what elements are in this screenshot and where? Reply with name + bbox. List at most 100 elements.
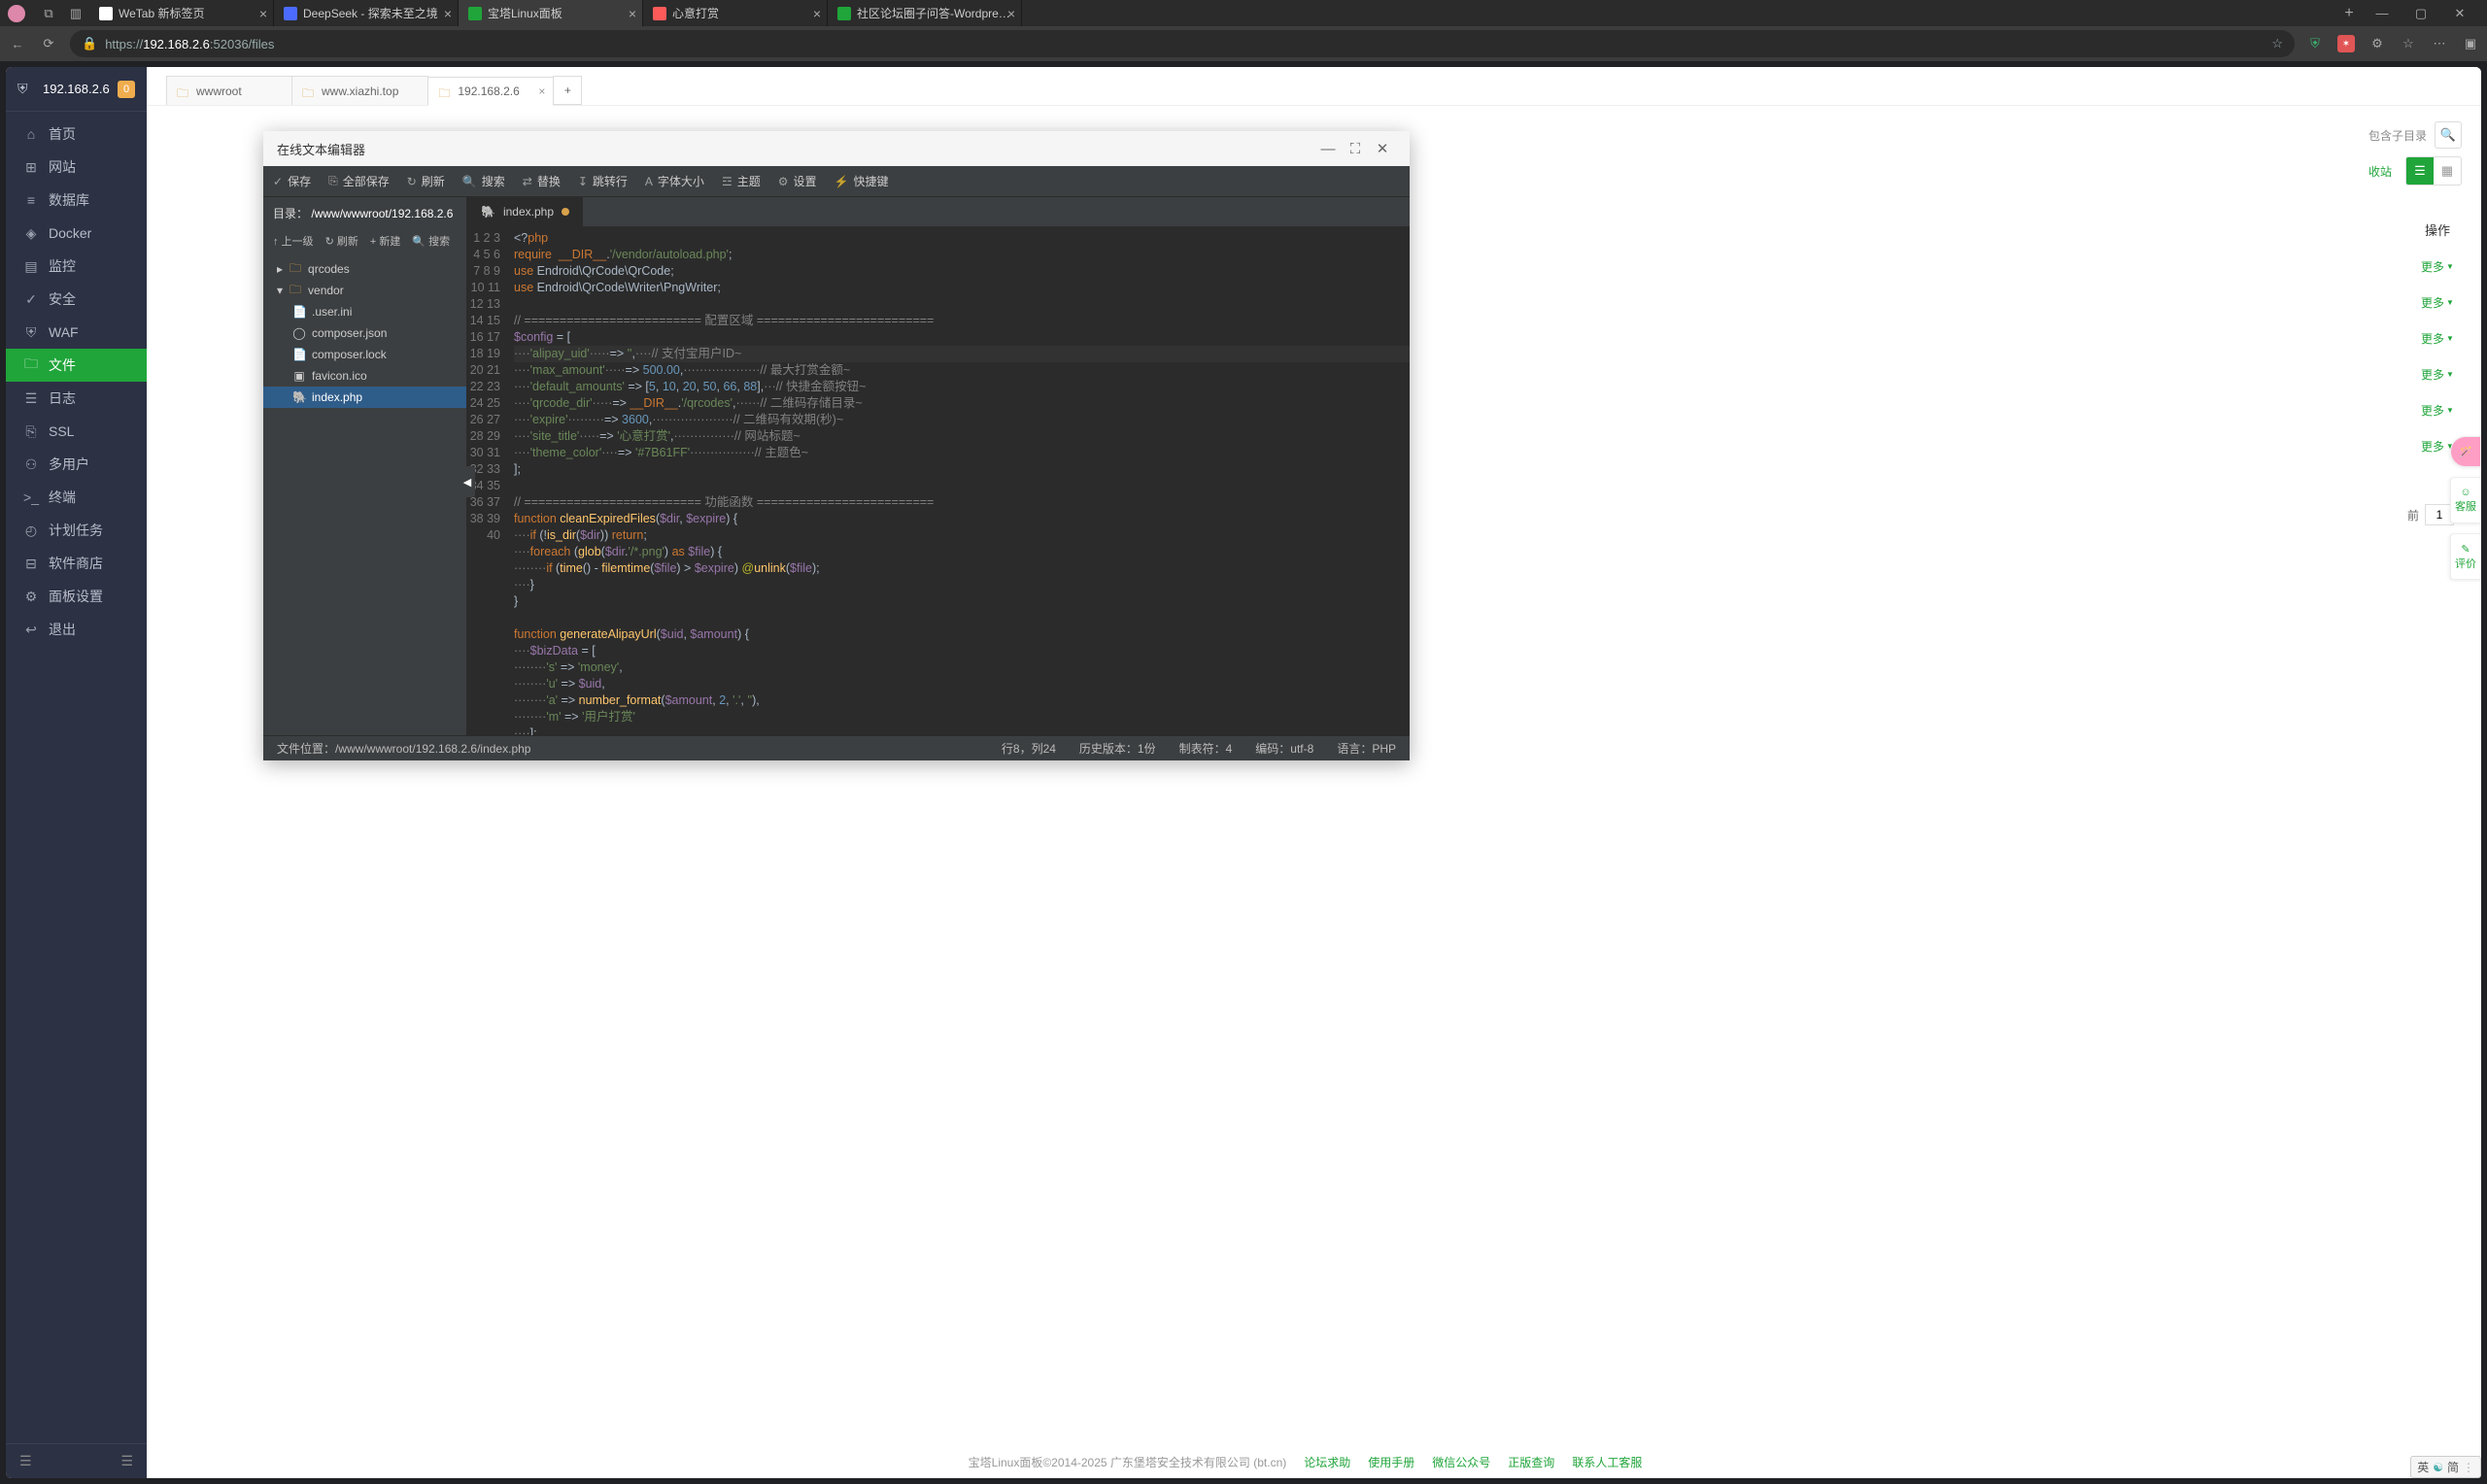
shield-ext-icon[interactable]: ⛨ xyxy=(2306,35,2324,52)
ops-row[interactable]: 更多▼ xyxy=(2403,320,2471,356)
tree-item[interactable]: 📄.user.ini xyxy=(263,301,466,322)
tree-item[interactable]: 🐘index.php xyxy=(263,387,466,408)
nav-item[interactable]: ✓安全 xyxy=(6,283,147,316)
workspaces-icon[interactable]: ⧉ xyxy=(41,6,56,21)
nav-item[interactable]: >_终端 xyxy=(6,481,147,514)
toolbar-button[interactable]: ⚙设置 xyxy=(778,173,817,189)
fp-new[interactable]: + 新建 xyxy=(370,233,400,249)
browser-tab[interactable]: 心意打赏× xyxy=(643,0,828,26)
ops-row[interactable]: 更多▼ xyxy=(2403,356,2471,392)
toolbar-button[interactable]: ⇄替换 xyxy=(523,173,561,189)
browser-tab[interactable]: DeepSeek - 探索未至之境× xyxy=(274,0,459,26)
nav-item[interactable]: ⊟软件商店 xyxy=(6,547,147,580)
editor-close-button[interactable]: ✕ xyxy=(1369,140,1396,157)
editor-titlebar[interactable]: 在线文本编辑器 — ⛶ ✕ xyxy=(263,131,1410,166)
nav-item[interactable]: ⊞网站 xyxy=(6,151,147,184)
minimize-button[interactable]: — xyxy=(2363,0,2402,26)
fp-search[interactable]: 🔍 搜索 xyxy=(412,233,450,249)
puzzle-icon[interactable]: ⚙ xyxy=(2368,35,2386,52)
nav-item[interactable]: ⚇多用户 xyxy=(6,448,147,481)
nav-item[interactable]: ↩退出 xyxy=(6,613,147,646)
tree-item[interactable]: ▾🗀vendor xyxy=(263,280,466,301)
toolbar-button[interactable]: ⎘全部保存 xyxy=(328,173,390,189)
new-tab-button[interactable]: + xyxy=(2335,5,2363,22)
nav-item[interactable]: ⌂首页 xyxy=(6,118,147,151)
sidebar-icon[interactable]: ▥ xyxy=(68,6,84,21)
browser-tab[interactable]: 社区论坛圈子问答-Wordpress主题× xyxy=(828,0,1022,26)
collapse-right-icon[interactable]: ☰ xyxy=(120,1453,133,1469)
nav-item[interactable]: ≡数据库 xyxy=(6,184,147,217)
status-tab[interactable]: 制表符：4 xyxy=(1179,740,1233,757)
tree-item[interactable]: 📄composer.lock xyxy=(263,344,466,365)
close-icon[interactable]: × xyxy=(1007,6,1015,21)
toolbar-button[interactable]: ⚡快捷键 xyxy=(835,173,889,189)
file-tab[interactable]: 🗀192.168.2.6× xyxy=(427,77,554,106)
close-button[interactable]: ✕ xyxy=(2440,0,2479,26)
toolbar-button[interactable]: ↻刷新 xyxy=(407,173,445,189)
footer-link[interactable]: 微信公众号 xyxy=(1432,1456,1490,1469)
close-icon[interactable]: × xyxy=(259,6,267,21)
back-button[interactable]: ← xyxy=(8,34,27,53)
service-widget[interactable]: ☺客服 xyxy=(2450,477,2481,523)
footer-link[interactable]: 联系人工客服 xyxy=(1572,1456,1642,1469)
nav-item[interactable]: ⚙面板设置 xyxy=(6,580,147,613)
grid-view-button[interactable]: ▦ xyxy=(2434,157,2461,185)
file-tab[interactable]: 🗀www.xiazhi.top xyxy=(291,76,428,105)
status-encoding[interactable]: 编码：utf-8 xyxy=(1255,740,1313,757)
favorites-icon[interactable]: ☆ xyxy=(2400,35,2417,52)
nav-item[interactable]: ◈Docker xyxy=(6,217,147,250)
list-view-button[interactable]: ☰ xyxy=(2406,157,2434,185)
collapse-left-icon[interactable]: ☰ xyxy=(19,1453,32,1469)
footer-link[interactable]: 正版查询 xyxy=(1508,1456,1554,1469)
editor-max-button[interactable]: ⛶ xyxy=(1342,141,1369,157)
fp-up[interactable]: ↑ 上一级 xyxy=(273,233,314,249)
fp-refresh[interactable]: ↻ 刷新 xyxy=(325,233,358,249)
close-icon[interactable]: × xyxy=(538,84,545,98)
ops-row[interactable]: 更多▼ xyxy=(2403,249,2471,285)
notice-badge[interactable]: 0 xyxy=(118,81,135,98)
ops-row[interactable]: 更多▼ xyxy=(2403,392,2471,428)
panel-icon[interactable]: ▣ xyxy=(2462,35,2479,52)
toolbar-button[interactable]: A字体大小 xyxy=(645,173,704,189)
url-field[interactable]: 🔒 https:// 192.168.2.6 :52036/files ☆ xyxy=(70,30,2295,57)
bookmark-icon[interactable]: ☆ xyxy=(2271,36,2283,51)
status-lang[interactable]: 语言：PHP xyxy=(1337,740,1396,757)
nav-item[interactable]: ⎘SSL xyxy=(6,415,147,448)
editor-min-button[interactable]: — xyxy=(1314,141,1342,157)
browser-tab[interactable]: WeTab 新标签页× xyxy=(89,0,274,26)
nav-item[interactable]: 🗀文件 xyxy=(6,349,147,382)
maximize-button[interactable]: ▢ xyxy=(2402,0,2440,26)
toolbar-button[interactable]: 🔍搜索 xyxy=(462,173,505,189)
toolbar-button[interactable]: ✓保存 xyxy=(273,173,311,189)
nav-item[interactable]: ◴计划任务 xyxy=(6,514,147,547)
code-area[interactable]: 1 2 3 4 5 6 7 8 9 10 11 12 13 14 15 16 1… xyxy=(467,226,1410,735)
file-tab[interactable]: 🗀wwwroot xyxy=(166,76,292,105)
tree-item[interactable]: ▸🗀qrcodes xyxy=(263,258,466,280)
ext-red-icon[interactable]: ✶ xyxy=(2337,35,2355,52)
status-history[interactable]: 历史版本：1份 xyxy=(1079,740,1156,757)
collapse-handle[interactable]: ◀ xyxy=(460,466,475,497)
footer-link[interactable]: 论坛求助 xyxy=(1304,1456,1350,1469)
nav-item[interactable]: ▤监控 xyxy=(6,250,147,283)
search-button[interactable]: 🔍 xyxy=(2435,121,2462,149)
browser-tab[interactable]: 宝塔Linux面板× xyxy=(459,0,643,26)
close-icon[interactable]: × xyxy=(813,6,821,21)
ops-row[interactable]: 更多▼ xyxy=(2403,285,2471,320)
add-tab-button[interactable]: + xyxy=(553,76,582,105)
code-tab-index[interactable]: 🐘 index.php xyxy=(467,197,584,226)
nav-item[interactable]: ⛨WAF xyxy=(6,316,147,349)
tree-item[interactable]: ◯composer.json xyxy=(263,322,466,344)
rate-widget[interactable]: ✎评价 xyxy=(2450,533,2481,580)
menu-icon[interactable]: ⋯ xyxy=(2431,35,2448,52)
footer-link[interactable]: 使用手册 xyxy=(1368,1456,1414,1469)
toolbar-button[interactable]: ↧跳转行 xyxy=(578,173,628,189)
trash-link[interactable]: 收站 xyxy=(2363,159,2398,184)
tree-item[interactable]: ▣favicon.ico xyxy=(263,365,466,387)
close-icon[interactable]: × xyxy=(629,6,636,21)
nav-item[interactable]: ☰日志 xyxy=(6,382,147,415)
code-content[interactable]: <?phprequire __DIR__.'/vendor/autoload.p… xyxy=(508,226,1410,735)
ai-widget[interactable]: 🪄 xyxy=(2450,436,2481,467)
close-icon[interactable]: × xyxy=(444,6,452,21)
ime-indicator[interactable]: 英☯简⋮ xyxy=(2410,1456,2481,1478)
profile-avatar[interactable] xyxy=(8,5,25,22)
